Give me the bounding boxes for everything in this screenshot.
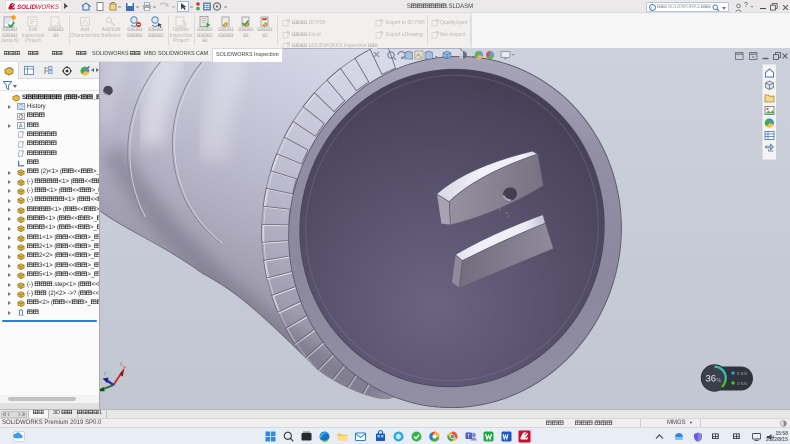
svg-text:0 K/s: 0 K/s	[737, 381, 748, 386]
svg-text:i: i	[651, 5, 652, 10]
svg-text:0 K/s: 0 K/s	[737, 371, 748, 376]
svg-text:36: 36	[706, 374, 717, 385]
svg-text:SOLID: SOLID	[17, 4, 36, 11]
svg-text:%: %	[717, 378, 722, 384]
svg-text:A: A	[19, 123, 23, 129]
svg-text:WORKS: WORKS	[36, 4, 60, 11]
